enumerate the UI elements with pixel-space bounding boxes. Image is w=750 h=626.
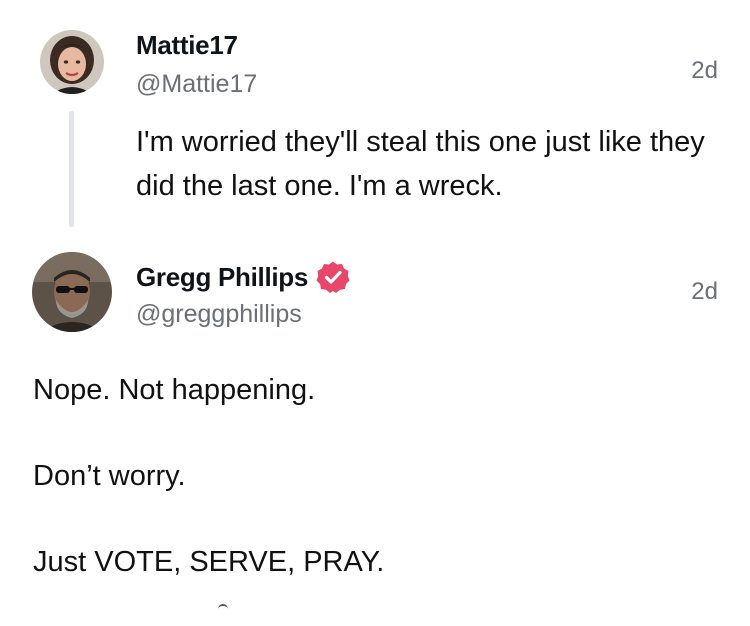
woman-portrait-avatar <box>40 30 104 94</box>
thread-line <box>69 111 74 227</box>
post-paragraph: Nope. Not happening. <box>33 374 316 406</box>
post-paragraph: Just VOTE, SERVE, PRAY. <box>33 546 385 578</box>
avatar[interactable] <box>32 252 112 332</box>
timestamp[interactable]: 2d <box>691 57 718 85</box>
cut-off-glyph <box>218 604 228 615</box>
reply-post: Mattie17 @Mattie17 2d I'm worried they'l… <box>0 0 750 240</box>
author-handle[interactable]: @greggphillips <box>136 300 302 329</box>
post-text: I'm worried they'll steal this one just … <box>136 126 705 202</box>
post-text: Nope. Not happening. Don’t worry. Just V… <box>33 368 723 626</box>
verified-badge-icon <box>316 261 350 293</box>
post-paragraph: Don’t worry. <box>33 460 186 492</box>
main-name-row: Gregg Phillips <box>136 260 350 294</box>
author-name[interactable]: Mattie17 <box>136 30 238 61</box>
avatar[interactable] <box>40 30 104 94</box>
author-handle[interactable]: @Mattie17 <box>136 70 257 99</box>
author-name[interactable]: Gregg Phillips <box>136 262 308 293</box>
reply-name-row: Mattie17 <box>136 30 238 61</box>
timestamp[interactable]: 2d <box>691 278 718 306</box>
man-sunglasses-avatar <box>32 252 112 332</box>
